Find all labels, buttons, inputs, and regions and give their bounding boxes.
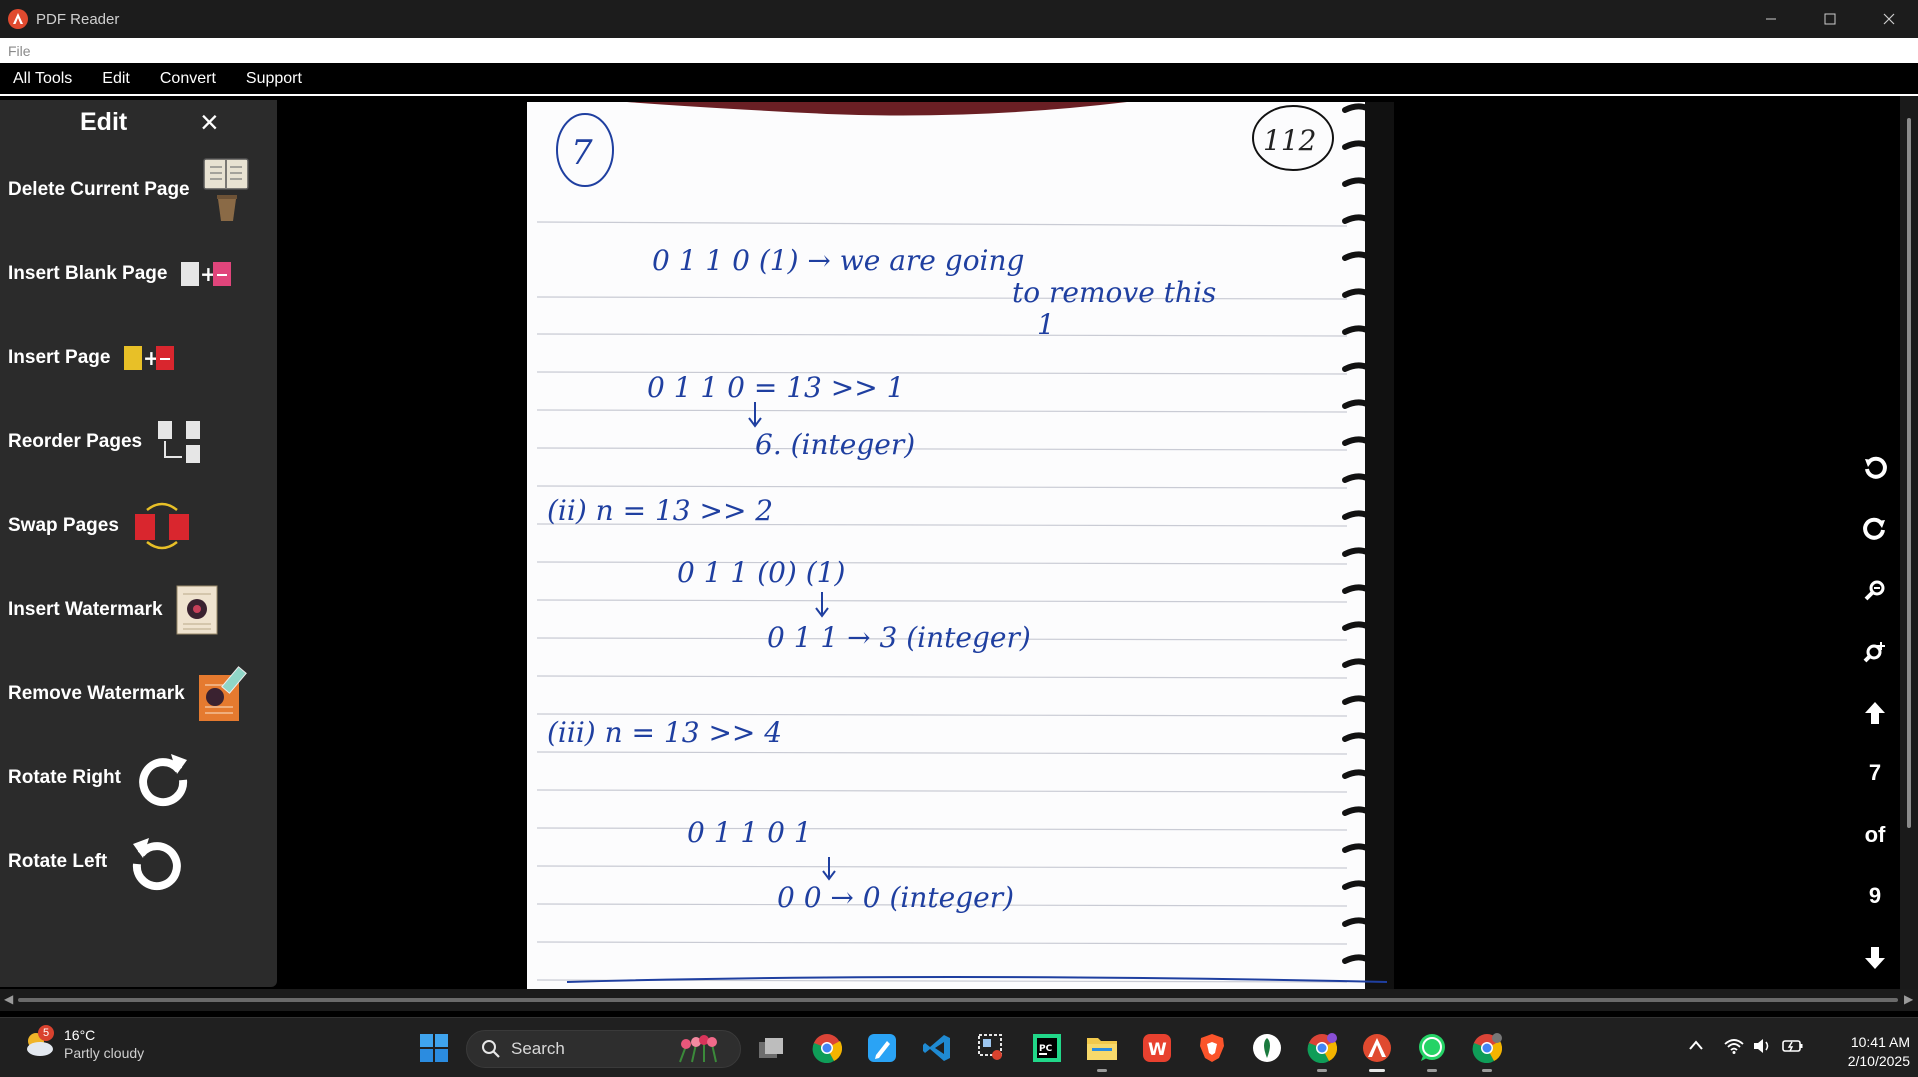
shield-app-icon[interactable] — [1249, 1030, 1285, 1066]
close-icon[interactable]: × — [200, 106, 219, 138]
weather-condition: Partly cloudy — [64, 1045, 145, 1061]
sidebar-item-swap-pages[interactable]: Swap Pages — [8, 496, 270, 556]
note-line-11: 0 0 → 0 (integer) — [777, 881, 1014, 914]
scroll-right-icon[interactable]: ▶ — [1904, 992, 1913, 1006]
pdf-reader-app-icon — [8, 9, 28, 29]
sidebar-item-label: Swap Pages — [8, 515, 119, 536]
scroll-left-icon[interactable]: ◀ — [4, 992, 13, 1006]
snipping-tool-icon[interactable] — [974, 1030, 1010, 1066]
show-hidden-icons-icon[interactable] — [1688, 1038, 1704, 1056]
sidebar-item-label: Insert Page — [8, 347, 111, 368]
horizontal-scroll-thumb[interactable] — [18, 998, 1898, 1002]
rotate-left-icon — [127, 832, 187, 892]
page-number-right: 112 — [1263, 124, 1316, 157]
pen-app-icon[interactable] — [864, 1030, 900, 1066]
note-line-10: 0 1 1 0 1 — [687, 816, 812, 849]
taskbar-search[interactable]: Search — [466, 1030, 741, 1068]
sidebar-item-label: Reorder Pages — [8, 431, 143, 452]
note-line-7: 0 1 1 (0) (1) — [677, 556, 845, 589]
file-menu-bar: File — [0, 38, 1918, 63]
volume-icon[interactable] — [1752, 1038, 1772, 1059]
menu-convert[interactable]: Convert — [160, 70, 216, 88]
sidebar-item-label: Delete Current Page — [8, 179, 190, 200]
note-line-6: (ii) n = 13 >> 2 — [547, 494, 773, 527]
sidebar-item-delete-current-page[interactable]: Delete Current Page — [8, 157, 270, 223]
sidebar-item-rotate-right[interactable]: Rotate Right — [8, 748, 270, 808]
vertical-scrollbar[interactable] — [1900, 96, 1918, 989]
weather-widget[interactable]: 5 16°C Partly cloudy — [22, 1025, 145, 1062]
menu-support[interactable]: Support — [246, 70, 302, 88]
sidebar-item-insert-blank-page[interactable]: Insert Blank Page + — [8, 244, 270, 304]
main-menu-bar: All Tools Edit Convert Support — [0, 63, 1918, 96]
sidebar-title: Edit — [80, 108, 128, 136]
vertical-scroll-thumb[interactable] — [1907, 118, 1911, 828]
note-line-4: 0 1 1 0 = 13 >> 1 — [647, 371, 904, 404]
sidebar-item-label: Insert Watermark — [8, 599, 163, 620]
start-button[interactable] — [416, 1030, 452, 1066]
sidebar-item-reorder-pages[interactable]: Reorder Pages — [8, 412, 270, 472]
sidebar-item-label: Insert Blank Page — [8, 263, 168, 284]
remove-watermark-icon — [197, 665, 251, 723]
insert-page-icon: + — [122, 344, 178, 372]
weather-temperature: 16°C — [64, 1027, 96, 1043]
note-line-5: 6. (integer) — [755, 428, 915, 461]
system-clock[interactable]: 10:41 AM 2/10/2025 — [1820, 1033, 1910, 1071]
close-window-button[interactable] — [1859, 0, 1918, 38]
menu-file[interactable]: File — [8, 43, 31, 59]
sidebar-item-label: Rotate Right — [8, 767, 121, 788]
brave-browser-icon[interactable] — [1194, 1030, 1230, 1066]
sidebar-item-insert-watermark[interactable]: Insert Watermark — [8, 580, 270, 640]
whatsapp-icon[interactable] — [1414, 1030, 1450, 1072]
search-icon — [482, 1040, 500, 1058]
sidebar-item-label: Remove Watermark — [8, 683, 185, 704]
sidebar-item-insert-page[interactable]: Insert Page + — [8, 328, 270, 388]
insert-watermark-icon — [175, 584, 219, 636]
wifi-icon[interactable] — [1724, 1038, 1744, 1059]
vscode-icon[interactable] — [919, 1030, 955, 1066]
chrome-profile-icon[interactable] — [1304, 1030, 1340, 1072]
search-label: Search — [511, 1039, 565, 1058]
clock-time: 10:41 AM — [1850, 1034, 1910, 1050]
reorder-pages-icon — [154, 417, 204, 467]
pdf-page: 7 112 0 1 1 0 (1) → we are going to remo… — [527, 102, 1394, 989]
tulips-icon — [679, 1035, 717, 1063]
clock-date: 2/10/2025 — [1847, 1053, 1910, 1069]
note-line-2: to remove this — [1012, 276, 1216, 309]
sidebar-item-remove-watermark[interactable]: Remove Watermark — [8, 664, 270, 724]
note-line-8: 0 1 1 → 3 (integer) — [767, 621, 1031, 654]
delete-page-icon — [202, 157, 252, 223]
wps-office-icon[interactable]: W — [1139, 1030, 1175, 1066]
window-title: PDF Reader — [36, 10, 120, 28]
edit-sidebar: Edit × Delete Current Page Insert Blank … — [0, 100, 277, 987]
file-explorer-icon[interactable] — [1084, 1030, 1120, 1072]
weather-badge: 5 — [38, 1025, 54, 1041]
pdf-reader-taskbar-icon[interactable] — [1359, 1030, 1395, 1072]
horizontal-scrollbar[interactable]: ◀ ▶ — [0, 989, 1918, 1011]
maximize-button[interactable] — [1800, 0, 1859, 38]
note-line-3: 1 — [1037, 308, 1055, 341]
menu-edit[interactable]: Edit — [102, 70, 130, 88]
windows-taskbar: 5 16°C Partly cloudy Search PC W 10:41 A… — [0, 1017, 1918, 1077]
title-bar: PDF Reader — [0, 0, 1918, 38]
svg-text:PC: PC — [1039, 1044, 1053, 1054]
battery-icon[interactable] — [1782, 1038, 1804, 1059]
insert-blank-page-icon: + — [179, 260, 235, 288]
partly-cloudy-icon: 5 — [22, 1025, 56, 1061]
note-line-9: (iii) n = 13 >> 4 — [547, 716, 782, 749]
minimize-button[interactable] — [1741, 0, 1800, 38]
sidebar-item-rotate-left[interactable]: Rotate Left — [8, 832, 270, 892]
task-view-icon[interactable] — [754, 1030, 790, 1066]
note-line-1: 0 1 1 0 (1) → we are going — [652, 244, 1024, 277]
chrome-icon[interactable] — [809, 1030, 845, 1066]
svg-text:W: W — [1148, 1040, 1167, 1060]
handwritten-notes-page: 7 112 0 1 1 0 (1) → we are going to remo… — [536, 102, 1394, 989]
rotate-right-icon — [133, 748, 193, 808]
page-number-left: 7 — [571, 133, 593, 173]
menu-all-tools[interactable]: All Tools — [13, 70, 72, 88]
sidebar-item-label: Rotate Left — [8, 851, 108, 872]
chrome-profile-2-icon[interactable] — [1469, 1030, 1505, 1072]
swap-pages-icon — [131, 500, 193, 552]
pycharm-icon[interactable]: PC — [1029, 1030, 1065, 1066]
